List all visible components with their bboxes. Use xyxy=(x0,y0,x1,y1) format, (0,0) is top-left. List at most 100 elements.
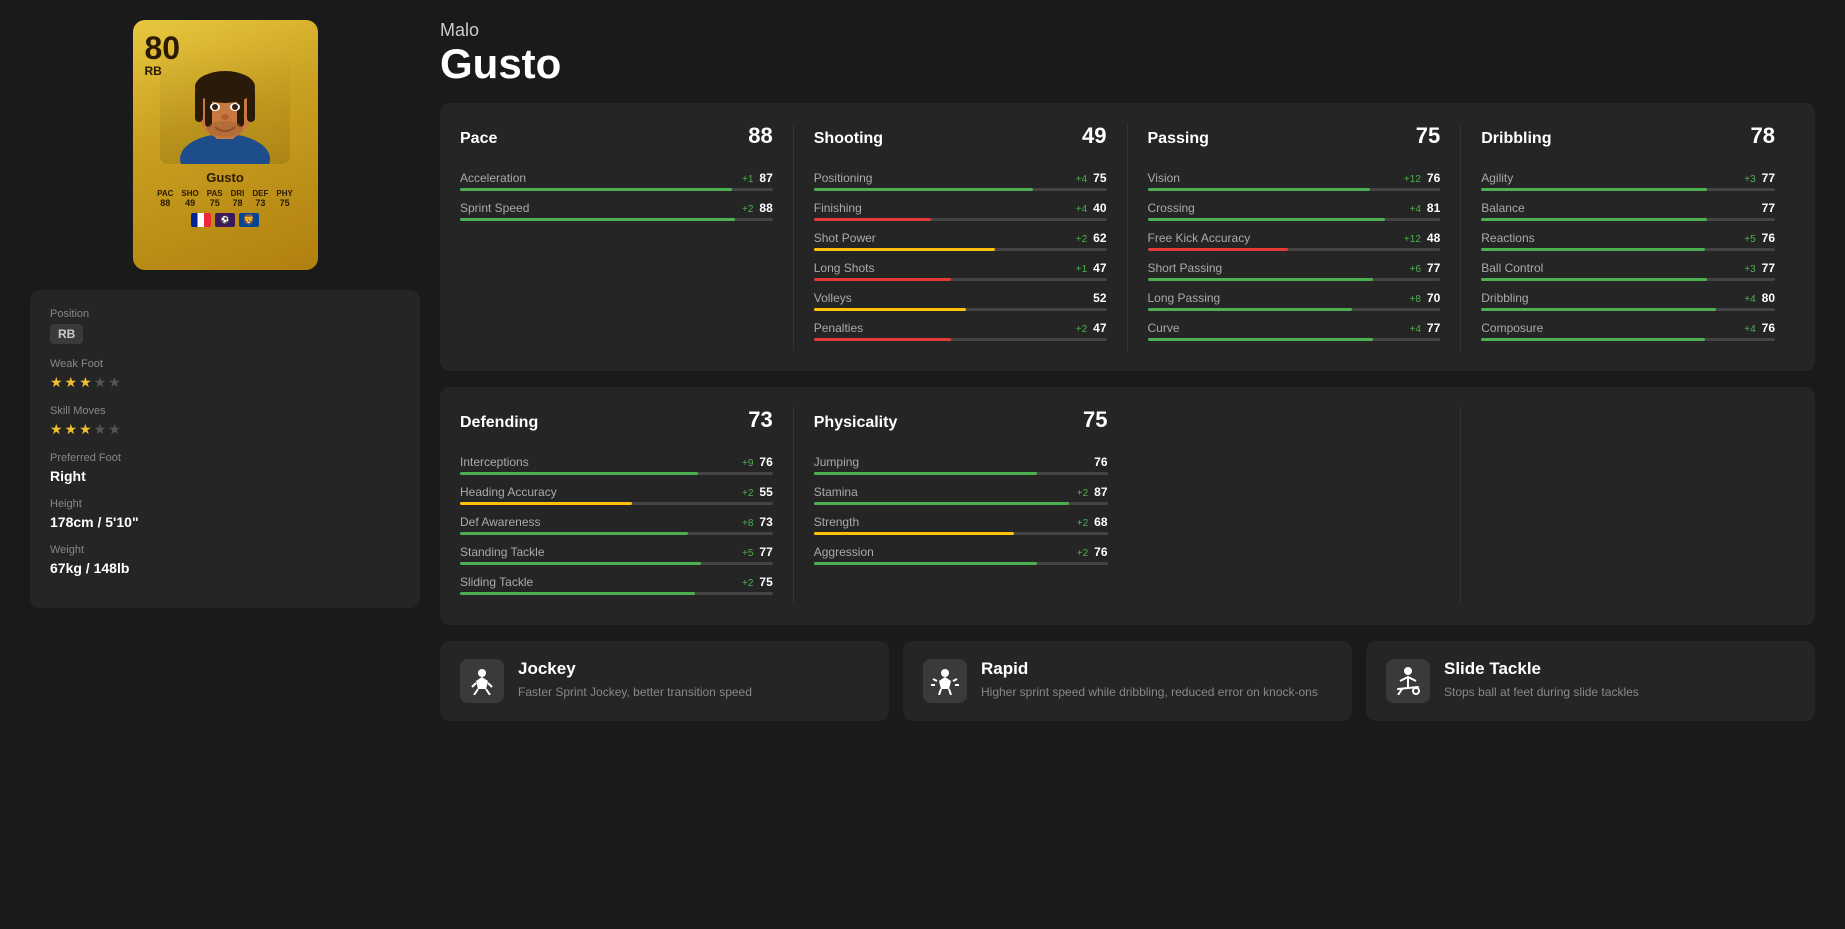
stat-category-pace: Pace88Acceleration+187Sprint Speed+288 xyxy=(460,123,794,351)
stat-number: 77 xyxy=(1762,171,1775,185)
stat-category-header: Physicality75 xyxy=(814,407,1108,441)
info-position-section: Position RB xyxy=(50,308,400,344)
stat-bar-fill xyxy=(814,502,1070,505)
stat-bar-fill xyxy=(460,188,732,191)
stat-category-value: 73 xyxy=(748,407,772,433)
stat-name: Finishing xyxy=(814,201,862,215)
stat-category-value: 88 xyxy=(748,123,772,149)
stat-name: Jumping xyxy=(814,455,859,469)
stat-bar xyxy=(1481,218,1775,221)
stat-name: Sliding Tackle xyxy=(460,575,533,589)
stat-modifier: +8 xyxy=(742,518,753,529)
stat-row: Balance77 xyxy=(1481,201,1775,221)
slide-tackle-icon xyxy=(1386,659,1430,703)
flag-chelsea: 🦁 xyxy=(239,213,259,227)
player-first-name: Malo xyxy=(440,20,1815,41)
stat-bar-fill xyxy=(814,218,931,221)
stat-name: Long Shots xyxy=(814,261,875,275)
stat-bar xyxy=(814,308,1107,311)
weak-foot-stars: ★★★★★ xyxy=(50,374,400,391)
weak-foot-label: Weak Foot xyxy=(50,358,400,370)
stat-category-physicality: Physicality75 Jumping76 Stamina +2 87 Strengt… xyxy=(794,407,1128,605)
stat-row: Sprint Speed+288 xyxy=(460,201,773,221)
stat-modifier: +9 xyxy=(742,458,753,469)
right-panel: Malo Gusto Pace88Acceleration+187Sprint … xyxy=(440,20,1815,737)
playstyles-row: JockeyFaster Sprint Jockey, better trans… xyxy=(440,641,1815,721)
preferred-foot-value: Right xyxy=(50,468,400,484)
stat-number: 81 xyxy=(1427,201,1440,215)
stat-row: Strength+268 xyxy=(814,515,1108,535)
stat-name: Volleys xyxy=(814,291,852,305)
stat-category-name: Physicality xyxy=(814,414,898,432)
stat-name: Vision xyxy=(1148,171,1180,185)
player-name-header: Malo Gusto xyxy=(440,20,1815,87)
stat-row: Penalties+247 xyxy=(814,321,1107,341)
stat-modifier: +2 xyxy=(742,204,753,215)
info-preferred-foot-section: Preferred Foot Right xyxy=(50,452,400,484)
stat-row: Dribbling+480 xyxy=(1481,291,1775,311)
stat-number: 52 xyxy=(1093,291,1106,305)
stat-bar-fill xyxy=(1148,278,1373,281)
position-label: Position xyxy=(50,308,400,320)
stat-category-dribbling: Dribbling78Agility+377Balance77Reactions… xyxy=(1461,123,1795,351)
stat-category-header: Defending73 xyxy=(460,407,773,441)
stat-bar-fill xyxy=(1481,338,1704,341)
stat-name: Ball Control xyxy=(1481,261,1543,275)
stat-bar-fill xyxy=(814,308,966,311)
stat-modifier: +12 xyxy=(1404,174,1421,185)
playstyle-card-rapid: RapidHigher sprint speed while dribbling… xyxy=(903,641,1352,721)
stat-category-passing: Passing75Vision+1276Crossing+481Free Kic… xyxy=(1128,123,1462,351)
stat-bar-fill xyxy=(1148,248,1289,251)
stat-row: Crossing+481 xyxy=(1148,201,1441,221)
card-rating: 80 xyxy=(145,32,181,64)
stat-category-shooting: Shooting49Positioning+475Finishing+440Sh… xyxy=(794,123,1128,351)
stat-bar xyxy=(1481,278,1775,281)
stat-bar xyxy=(1481,248,1775,251)
stat-modifier: +2 xyxy=(1077,548,1088,559)
card-stat-pas: PAS 75 xyxy=(207,189,223,208)
stat-row: Short Passing+677 xyxy=(1148,261,1441,281)
player-last-name: Gusto xyxy=(440,41,1815,87)
main-stats-grid: Pace88Acceleration+187Sprint Speed+288Sh… xyxy=(460,123,1795,351)
stat-name: Def Awareness xyxy=(460,515,541,529)
stat-row: Curve+477 xyxy=(1148,321,1441,341)
player-card-container: 80 RB xyxy=(30,20,420,270)
stat-category-defending: Defending73Interceptions+976Heading Accu… xyxy=(460,407,794,605)
stat-modifier: +2 xyxy=(742,578,753,589)
stat-row: Positioning+475 xyxy=(814,171,1107,191)
stat-bar xyxy=(1481,188,1775,191)
stat-number: 70 xyxy=(1427,291,1440,305)
stat-modifier: +6 xyxy=(1409,264,1420,275)
flag-epl: ⚽ xyxy=(215,213,235,227)
stat-row: Free Kick Accuracy+1248 xyxy=(1148,231,1441,251)
stat-row: Heading Accuracy+255 xyxy=(460,485,773,505)
playstyle-card-slide-tackle: Slide TackleStops ball at feet during sl… xyxy=(1366,641,1815,721)
stat-category-value: 49 xyxy=(1082,123,1106,149)
stat-name: Penalties xyxy=(814,321,863,335)
stat-number: 77 xyxy=(1762,261,1775,275)
stat-bar xyxy=(1481,308,1775,311)
stat-bar xyxy=(1148,278,1441,281)
stat-name: Positioning xyxy=(814,171,873,185)
stat-number: 87 xyxy=(1094,485,1107,499)
player-face-svg xyxy=(165,44,285,164)
card-flags: ⚽ 🦁 xyxy=(191,213,259,227)
stat-modifier: +4 xyxy=(1409,324,1420,335)
stat-name: Stamina xyxy=(814,485,858,499)
stat-name: Crossing xyxy=(1148,201,1195,215)
stat-bar xyxy=(1148,188,1441,191)
stat-number: 88 xyxy=(759,201,772,215)
stat-bar-fill xyxy=(460,502,632,505)
playstyle-description: Stops ball at feet during slide tackles xyxy=(1444,684,1639,701)
position-badge: RB xyxy=(50,324,83,344)
stat-number: 40 xyxy=(1093,201,1106,215)
stat-bar-fill xyxy=(460,218,735,221)
card-stat-pac: PAC 88 xyxy=(157,189,173,208)
stat-row: Aggression+276 xyxy=(814,545,1108,565)
stat-bar-fill xyxy=(1481,218,1707,221)
stat-number: 75 xyxy=(1093,171,1106,185)
stat-number: 80 xyxy=(1762,291,1775,305)
height-label: Height xyxy=(50,498,400,510)
stat-row: Jumping76 xyxy=(814,455,1108,475)
stat-number: 75 xyxy=(759,575,772,589)
